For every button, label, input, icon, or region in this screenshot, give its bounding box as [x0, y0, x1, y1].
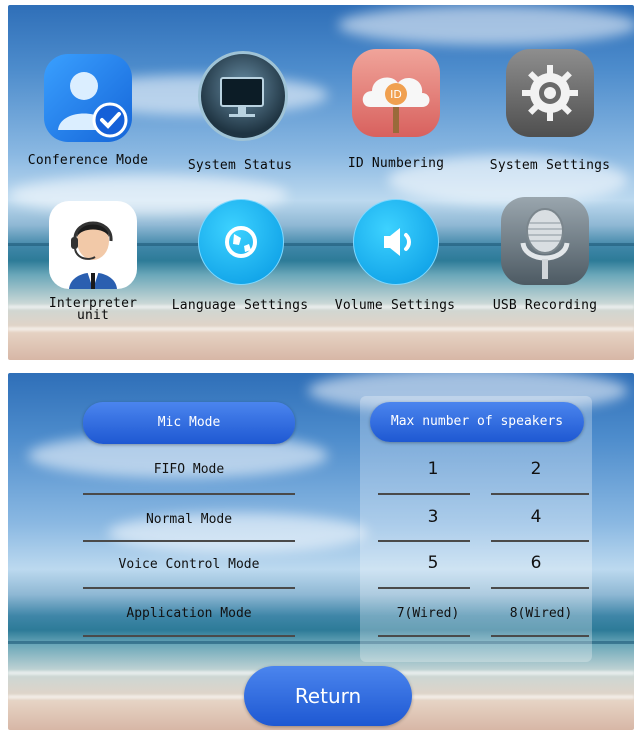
fifo-mode-option[interactable]: FIFO Mode — [83, 462, 295, 477]
id-numbering-label: ID Numbering — [347, 156, 445, 171]
speaker-count-4[interactable]: 4 — [486, 507, 586, 527]
speaker-count-8-wired[interactable]: 8(Wired) — [486, 606, 596, 621]
divider — [491, 540, 589, 542]
main-menu-panel: Conference Mode System Status ID ID Numb… — [8, 5, 634, 360]
gear-icon — [506, 49, 594, 137]
speaker-count-3[interactable]: 3 — [383, 507, 483, 527]
speaker-count-1[interactable]: 1 — [383, 459, 483, 479]
voice-control-mode-option[interactable]: Voice Control Mode — [83, 557, 295, 572]
system-settings-label: System Settings — [489, 158, 611, 173]
interpreter-unit-label-line2: unit — [76, 308, 110, 323]
speaker-icon — [353, 199, 439, 285]
divider — [491, 635, 589, 637]
divider — [83, 540, 295, 542]
conference-mode-label: Conference Mode — [27, 153, 149, 168]
divider — [83, 635, 295, 637]
globe-icon — [198, 199, 284, 285]
speaker-count-5[interactable]: 5 — [383, 553, 483, 573]
usb-recording-tile[interactable]: USB Recording — [470, 193, 620, 313]
language-settings-label: Language Settings — [171, 298, 309, 313]
divider — [378, 635, 470, 637]
system-status-label: System Status — [187, 158, 293, 173]
microphone-icon — [501, 197, 589, 285]
divider — [378, 587, 470, 589]
max-speakers-header-button[interactable]: Max number of speakers — [370, 402, 584, 442]
id-cloud-icon: ID — [352, 49, 440, 137]
language-settings-tile[interactable]: Language Settings — [165, 193, 315, 313]
system-status-tile[interactable]: System Status — [165, 45, 315, 173]
application-mode-option[interactable]: Application Mode — [83, 606, 295, 621]
id-numbering-tile[interactable]: ID ID Numbering — [321, 45, 471, 171]
divider — [83, 587, 295, 589]
interpreter-headset-icon — [49, 201, 137, 289]
return-button[interactable]: Return — [244, 666, 412, 726]
conference-mode-tile[interactable]: Conference Mode — [13, 50, 163, 168]
conference-mode-icon — [44, 54, 132, 142]
speaker-count-7-wired[interactable]: 7(Wired) — [373, 606, 483, 621]
usb-recording-label: USB Recording — [492, 298, 598, 313]
svg-text:ID: ID — [390, 88, 402, 101]
mic-mode-panel: Mic Mode Max number of speakers FIFO Mod… — [8, 373, 634, 730]
divider — [491, 493, 589, 495]
divider — [378, 493, 470, 495]
volume-settings-tile[interactable]: Volume Settings — [320, 193, 470, 313]
monitor-icon — [198, 51, 288, 141]
divider — [378, 540, 470, 542]
speaker-count-6[interactable]: 6 — [486, 553, 586, 573]
divider — [83, 493, 295, 495]
speaker-count-2[interactable]: 2 — [486, 459, 586, 479]
normal-mode-option[interactable]: Normal Mode — [83, 512, 295, 527]
system-settings-tile[interactable]: System Settings — [475, 45, 625, 173]
volume-settings-label: Volume Settings — [334, 298, 456, 313]
divider — [491, 587, 589, 589]
mic-mode-header-button[interactable]: Mic Mode — [83, 402, 295, 444]
interpreter-unit-tile[interactable]: Interpreter unit — [18, 197, 168, 323]
